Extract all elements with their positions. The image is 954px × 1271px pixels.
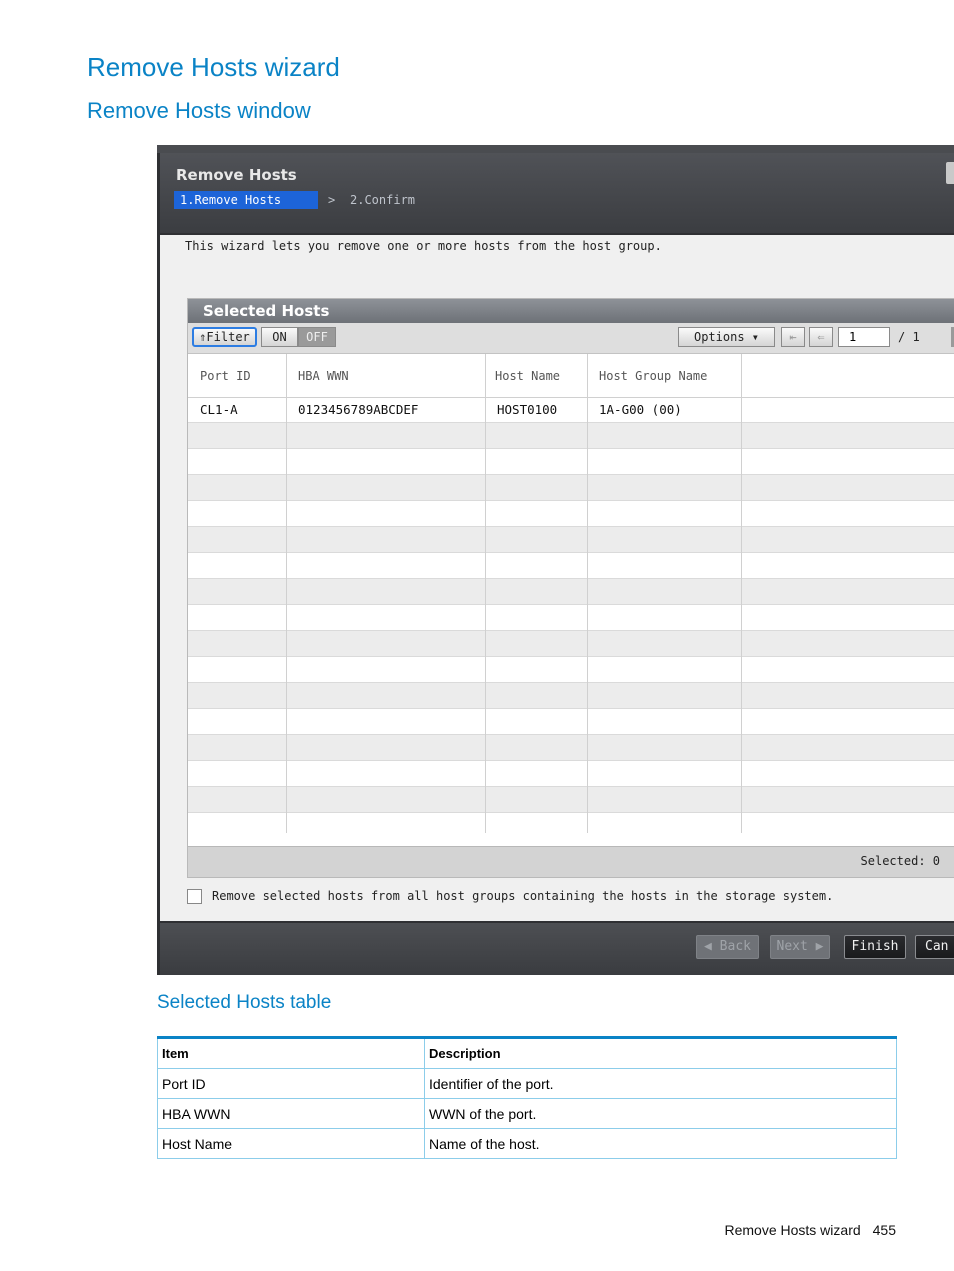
column-divider (286, 354, 287, 833)
column-header-host-group-name[interactable]: Host Group Name (587, 354, 741, 397)
empty-row (188, 475, 954, 501)
description-cell: Identifier of the port. (424, 1068, 897, 1099)
column-header-port-id[interactable]: Port ID (188, 354, 286, 397)
grid-header-row: Port ID HBA WWN Host Name Host Group Nam… (188, 354, 954, 398)
empty-row (188, 813, 954, 833)
hosts-grid: Port ID HBA WWN Host Name Host Group Nam… (188, 354, 954, 833)
cell-hba-wwn: 0123456789ABCDEF (298, 402, 419, 417)
cell-host-group-name: 1A-G00 (00) (599, 402, 682, 417)
empty-row (188, 553, 954, 579)
page-title: Remove Hosts wizard (87, 52, 340, 82)
page-total: / 1 (898, 330, 920, 344)
table-header-row: Item Description (157, 1037, 897, 1069)
first-page-icon[interactable]: ⇤ (781, 327, 805, 347)
column-divider (587, 354, 588, 833)
previous-page-icon[interactable]: ⇐ (809, 327, 833, 347)
description-cell: Name of the host. (424, 1128, 897, 1159)
selected-count: Selected: 0 (860, 854, 940, 868)
remove-from-all-label: Remove selected hosts from all host grou… (212, 889, 834, 903)
empty-row (188, 449, 954, 475)
filter-button[interactable]: ⇑Filter (192, 327, 257, 347)
table-row: HBA WWN WWN of the port. (157, 1098, 897, 1129)
back-button[interactable]: ◀ Back (696, 935, 759, 959)
item-cell: Host Name (157, 1128, 425, 1159)
empty-row (188, 605, 954, 631)
column-divider (741, 354, 742, 833)
filter-off-toggle[interactable]: OFF (298, 327, 336, 347)
page-footer: Remove Hosts wizard 455 (724, 1222, 896, 1238)
dialog-titlebar: Remove Hosts 1.Remove Hosts > 2.Confirm (160, 153, 954, 233)
remove-from-all-checkbox[interactable] (187, 889, 202, 904)
window-top-band (157, 145, 954, 153)
remove-hosts-screenshot: Remove Hosts 1.Remove Hosts > 2.Confirm … (157, 145, 954, 975)
table-row: Port ID Identifier of the port. (157, 1068, 897, 1099)
section-heading: Remove Hosts window (87, 98, 311, 123)
item-cell: HBA WWN (157, 1098, 425, 1129)
cell-port-id: CL1-A (200, 402, 238, 417)
empty-row (188, 631, 954, 657)
dialog-title: Remove Hosts (176, 166, 297, 184)
panel-footer: Selected: 0 (188, 846, 954, 877)
column-divider (485, 354, 486, 833)
empty-row (188, 787, 954, 813)
empty-row (188, 735, 954, 761)
wizard-step-active: 1.Remove Hosts (174, 191, 318, 209)
empty-row (188, 501, 954, 527)
empty-row (188, 423, 954, 449)
wizard-intro-text: This wizard lets you remove one or more … (185, 239, 662, 253)
column-header-host-name[interactable]: Host Name (485, 354, 575, 397)
window-control-button[interactable] (946, 162, 954, 184)
panel-title: Selected Hosts (188, 299, 954, 323)
empty-row (188, 761, 954, 787)
item-cell: Port ID (157, 1068, 425, 1099)
empty-row (188, 579, 954, 605)
empty-row (188, 683, 954, 709)
footer-title: Remove Hosts wizard (724, 1222, 861, 1238)
panel-toolbar: ⇑Filter ON OFF Options ▾ ⇤ ⇐ 1 / 1 (188, 323, 954, 354)
next-button[interactable]: Next ▶ (770, 935, 830, 959)
table-row: Host Name Name of the host. (157, 1128, 897, 1159)
table-row[interactable]: CL1-A 0123456789ABCDEF HOST0100 1A-G00 (… (188, 397, 954, 423)
page-number: 455 (872, 1222, 896, 1238)
remove-from-all-option[interactable]: Remove selected hosts from all host grou… (187, 889, 833, 904)
description-cell: WWN of the port. (424, 1098, 897, 1129)
wizard-step-confirm: 2.Confirm (350, 193, 416, 207)
empty-row (188, 657, 954, 683)
selected-hosts-panel: Selected Hosts ⇑Filter ON OFF Options ▾ … (187, 298, 954, 878)
selected-hosts-description-table: Item Description Port ID Identifier of t… (157, 1036, 897, 1159)
column-header-hba-wwn[interactable]: HBA WWN (286, 354, 485, 397)
header-description: Description (424, 1037, 897, 1069)
options-dropdown[interactable]: Options ▾ (678, 327, 775, 347)
wizard-button-bar: ◀ Back Next ▶ Finish Can (160, 923, 954, 975)
finish-button[interactable]: Finish (844, 935, 906, 959)
header-item: Item (157, 1037, 425, 1069)
page-number-input[interactable]: 1 (838, 327, 890, 347)
wizard-step-separator: > (328, 193, 336, 207)
empty-row (188, 709, 954, 735)
cell-host-name: HOST0100 (497, 402, 558, 417)
empty-row (188, 527, 954, 553)
filter-on-toggle[interactable]: ON (261, 327, 298, 347)
cancel-button[interactable]: Can (915, 935, 954, 959)
table-caption: Selected Hosts table (157, 992, 332, 1013)
